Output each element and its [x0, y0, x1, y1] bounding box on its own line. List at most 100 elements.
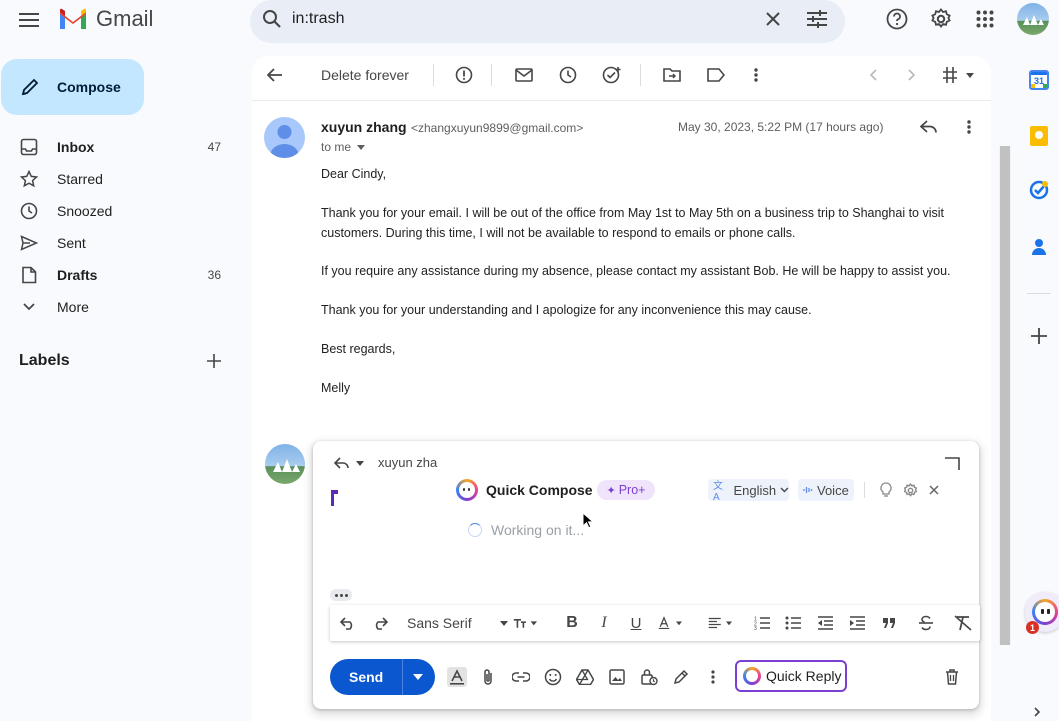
- language-select[interactable]: 文A English: [708, 479, 789, 503]
- drive-icon[interactable]: [573, 665, 597, 689]
- sidebar-item-label: Sent: [57, 235, 86, 251]
- add-label-icon[interactable]: [202, 349, 226, 373]
- remove-formatting-icon[interactable]: [951, 611, 975, 635]
- indent-less-icon[interactable]: [813, 611, 837, 635]
- sidebar-item-label: Inbox: [57, 139, 95, 155]
- search-options-icon[interactable]: [805, 7, 829, 31]
- signature-pen-icon[interactable]: [669, 665, 693, 689]
- quick-compose-side-logo-icon: [330, 489, 339, 507]
- caret-down-icon[interactable]: [958, 63, 982, 87]
- tasks-icon[interactable]: [1029, 180, 1049, 200]
- side-panel-divider: [1027, 293, 1051, 294]
- back-arrow-icon[interactable]: [263, 63, 287, 87]
- report-spam-icon[interactable]: [452, 63, 476, 87]
- qc-settings-icon[interactable]: [898, 478, 922, 502]
- quick-compose-title: Quick Compose: [486, 482, 593, 498]
- reply-recipient[interactable]: xuyun zha: [378, 455, 437, 470]
- send-icon: [17, 231, 41, 255]
- pro-badge[interactable]: ✦ Pro+: [597, 480, 655, 500]
- confidential-mode-icon[interactable]: [637, 665, 661, 689]
- newer-chevron-left-icon[interactable]: [861, 63, 885, 87]
- lightbulb-icon[interactable]: [874, 478, 898, 502]
- toolbar-divider: [640, 64, 641, 86]
- apps-grid-icon[interactable]: [973, 7, 997, 31]
- redo-icon[interactable]: [368, 611, 392, 635]
- discard-trash-icon[interactable]: [940, 665, 964, 689]
- language-label: English: [733, 482, 777, 498]
- quick-reply-label: Quick Reply: [766, 668, 842, 684]
- label-tag-icon[interactable]: [704, 63, 728, 87]
- expand-panel-chevron-icon[interactable]: [1030, 705, 1044, 719]
- search-input[interactable]: in:trash: [292, 10, 344, 28]
- help-icon[interactable]: [885, 7, 909, 31]
- indent-more-icon[interactable]: [845, 611, 869, 635]
- details-caret-icon: [357, 144, 366, 150]
- bold-icon[interactable]: B: [560, 611, 584, 635]
- recipient-line[interactable]: to me: [321, 140, 366, 154]
- contacts-icon[interactable]: [1030, 237, 1048, 257]
- reply-type-caret-icon[interactable]: [348, 451, 372, 475]
- mark-unread-icon[interactable]: [512, 63, 536, 87]
- keep-notes-icon[interactable]: [1030, 126, 1048, 146]
- align-icon[interactable]: [708, 611, 732, 635]
- sparkle-icon: ✦: [606, 484, 616, 497]
- font-family-select[interactable]: Sans Serif: [407, 615, 508, 631]
- account-avatar[interactable]: [1017, 3, 1049, 35]
- emoji-icon[interactable]: [541, 665, 565, 689]
- loading-spinner-icon: [468, 523, 482, 537]
- clear-search-icon[interactable]: [761, 7, 785, 31]
- undo-icon[interactable]: [336, 611, 360, 635]
- message-more-icon[interactable]: [957, 115, 981, 139]
- delete-forever-button[interactable]: Delete forever: [321, 67, 409, 83]
- strikethrough-icon[interactable]: [914, 611, 938, 635]
- sender-avatar: [264, 117, 305, 158]
- working-status: Working on it...: [491, 522, 585, 538]
- snooze-clock-icon[interactable]: [556, 63, 580, 87]
- popout-icon[interactable]: [940, 452, 964, 476]
- voice-wave-icon: [803, 487, 813, 493]
- insert-link-icon[interactable]: [509, 665, 533, 689]
- email-paragraph: Thank you for your understanding and I a…: [321, 303, 812, 317]
- sidebar-item-label: Snoozed: [57, 203, 113, 219]
- italic-icon[interactable]: I: [592, 611, 616, 635]
- voice-button[interactable]: Voice: [798, 479, 854, 501]
- get-addons-plus-icon[interactable]: [1027, 324, 1051, 348]
- calendar-app-icon[interactable]: 31: [1029, 70, 1049, 90]
- pro-badge-label: Pro+: [618, 483, 646, 497]
- toolbar-divider: [433, 64, 434, 86]
- attach-file-icon[interactable]: [476, 665, 500, 689]
- show-trimmed-button[interactable]: [330, 589, 352, 601]
- bulleted-list-icon[interactable]: [781, 611, 805, 635]
- scrollbar-thumb[interactable]: [1000, 146, 1010, 645]
- to-me-label: to me: [321, 140, 352, 154]
- recipient-obscured: [440, 454, 660, 464]
- settings-gear-icon[interactable]: [929, 7, 953, 31]
- underline-icon[interactable]: U: [624, 611, 648, 635]
- sidebar-item-label: More: [57, 299, 89, 315]
- numbered-list-icon[interactable]: 123: [750, 611, 774, 635]
- schedule-send-caret-icon[interactable]: [406, 665, 430, 689]
- formatting-options-icon[interactable]: [445, 665, 469, 689]
- quote-icon[interactable]: [877, 611, 901, 635]
- font-family-label: Sans Serif: [407, 615, 472, 631]
- qc-close-icon[interactable]: [922, 478, 946, 502]
- translate-icon: 文A: [713, 481, 723, 503]
- older-chevron-right-icon[interactable]: [900, 63, 924, 87]
- add-task-icon[interactable]: [600, 63, 624, 87]
- insert-photo-icon[interactable]: [605, 665, 629, 689]
- move-to-folder-icon[interactable]: [660, 63, 684, 87]
- more-vert-icon[interactable]: [744, 63, 768, 87]
- gmail-m-icon: [60, 8, 86, 29]
- gmail-logo[interactable]: Gmail: [58, 6, 153, 32]
- text-color-icon[interactable]: [658, 611, 682, 635]
- main-menu-button[interactable]: [17, 8, 41, 32]
- clock-icon: [17, 199, 41, 223]
- draft-file-icon: [17, 263, 41, 287]
- email-closing: Best regards,: [321, 342, 396, 356]
- more-options-icon[interactable]: [701, 665, 725, 689]
- search-icon[interactable]: [260, 7, 284, 31]
- email-greeting: Dear Cindy,: [321, 167, 387, 181]
- font-size-icon[interactable]: [513, 611, 537, 635]
- notification-badge: 1: [1026, 621, 1039, 634]
- reply-arrow-icon[interactable]: [917, 115, 941, 139]
